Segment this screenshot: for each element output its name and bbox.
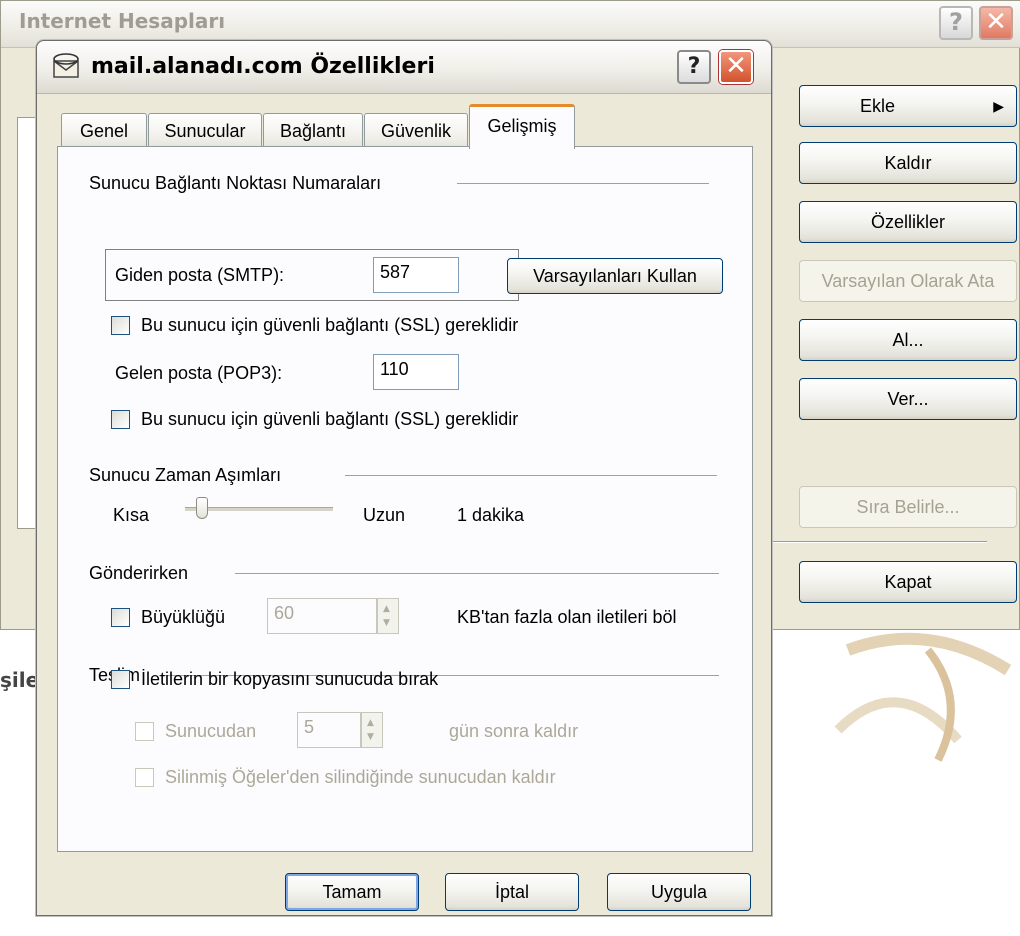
- apply-button[interactable]: Uygula: [607, 873, 751, 911]
- dialog-help-button[interactable]: ?: [677, 50, 711, 84]
- close-icon: ✕: [985, 7, 1007, 37]
- accounts-list-edge: [17, 117, 38, 529]
- timeouts-heading: Sunucu Zaman Aşımları: [89, 465, 282, 485]
- pop3-ssl-checkbox[interactable]: [111, 410, 130, 429]
- spin-up-icon: ▲: [367, 718, 374, 728]
- dialog-close-button[interactable]: ✕: [719, 50, 753, 84]
- set-default-button[interactable]: Varsayılan Olarak Ata: [799, 260, 1017, 302]
- timeout-long-label: Uzun: [363, 505, 406, 525]
- sending-divider: [235, 573, 719, 574]
- leave-copy-label: İletilerin bir kopyasını sunucuda bırak: [141, 669, 439, 689]
- smtp-ssl-checkbox[interactable]: [111, 316, 130, 335]
- remove-after-checkbox[interactable]: [135, 722, 154, 741]
- spin-up-icon: ▲: [383, 604, 390, 614]
- pop3-ssl-label: Bu sunucu için güvenli bağlantı (SSL) ge…: [141, 409, 519, 429]
- decorative-glasses-image: [834, 632, 1012, 762]
- dialog-title: mail.alanadı.com Özellikleri: [91, 54, 435, 79]
- add-button[interactable]: Ekle ▶: [799, 85, 1017, 127]
- tab-gelismis[interactable]: Gelişmiş: [469, 104, 575, 149]
- export-button[interactable]: Ver...: [799, 378, 1017, 420]
- timeout-value: 1 dakika: [457, 505, 525, 525]
- split-size-input[interactable]: 60: [267, 598, 377, 634]
- smtp-port-input[interactable]: 587: [373, 257, 459, 293]
- close-button[interactable]: Kapat: [799, 561, 1017, 603]
- tab-guvenlik[interactable]: Güvenlik: [364, 113, 468, 147]
- split-size-spinner[interactable]: ▲ ▼: [377, 598, 399, 634]
- remove-after-input[interactable]: 5: [297, 712, 361, 748]
- properties-button[interactable]: Özellikler: [799, 201, 1017, 243]
- background-window-title: Internet Hesapları: [19, 9, 226, 33]
- split-size-suffix: KB'tan fazla olan iletileri böl: [457, 607, 677, 627]
- leave-copy-checkbox[interactable]: [111, 670, 130, 689]
- ports-heading: Sunucu Bağlantı Noktası Numaraları: [89, 173, 382, 193]
- split-size-label: Büyüklüğü: [141, 607, 226, 627]
- timeout-slider-thumb[interactable]: [195, 497, 208, 519]
- spin-down-icon: ▼: [367, 732, 374, 742]
- background-close-button[interactable]: ✕: [979, 6, 1013, 40]
- smtp-ssl-label: Bu sunucu için güvenli bağlantı (SSL) ge…: [141, 315, 519, 335]
- set-order-button[interactable]: Sıra Belirle...: [799, 486, 1017, 528]
- close-icon: ✕: [725, 51, 747, 81]
- timeout-short-label: Kısa: [113, 505, 150, 525]
- split-size-checkbox[interactable]: [111, 608, 130, 627]
- pop3-port-input[interactable]: 110: [373, 354, 459, 390]
- dialog-titlebar: mail.alanadı.com Özellikleri ? ✕: [37, 41, 771, 94]
- timeouts-divider: [345, 475, 717, 476]
- pop3-label: Gelen posta (POP3):: [115, 363, 283, 383]
- use-defaults-button[interactable]: Varsayılanları Kullan: [507, 258, 723, 294]
- remove-button[interactable]: Kaldır: [799, 142, 1017, 184]
- remove-deleted-label: Silinmiş Öğeler'den silindiğinde sunucud…: [165, 767, 556, 787]
- import-button[interactable]: Al...: [799, 319, 1017, 361]
- remove-deleted-checkbox[interactable]: [135, 768, 154, 787]
- smtp-label: Giden posta (SMTP):: [115, 265, 285, 285]
- remove-after-label: Sunucudan: [165, 721, 257, 741]
- mail-server-icon: [53, 53, 79, 78]
- tab-sunucular[interactable]: Sunucular: [148, 113, 262, 147]
- remove-after-suffix: gün sonra kaldır: [449, 721, 579, 741]
- properties-dialog: mail.alanadı.com Özellikleri ? ✕ Genel S…: [36, 40, 772, 916]
- cut-off-text: şile: [0, 668, 40, 692]
- triangle-right-icon: ▶: [993, 97, 1004, 114]
- tab-genel[interactable]: Genel: [61, 113, 147, 147]
- background-help-button[interactable]: ?: [939, 6, 973, 40]
- ok-button[interactable]: Tamam: [285, 873, 419, 911]
- tab-baglanti[interactable]: Bağlantı: [263, 113, 363, 147]
- remove-after-spinner[interactable]: ▲ ▼: [361, 712, 383, 748]
- cancel-button[interactable]: İptal: [445, 873, 579, 911]
- spin-down-icon: ▼: [383, 618, 390, 628]
- sending-heading: Gönderirken: [89, 563, 189, 583]
- add-button-label: Ekle: [860, 95, 896, 116]
- ports-divider: [457, 183, 709, 184]
